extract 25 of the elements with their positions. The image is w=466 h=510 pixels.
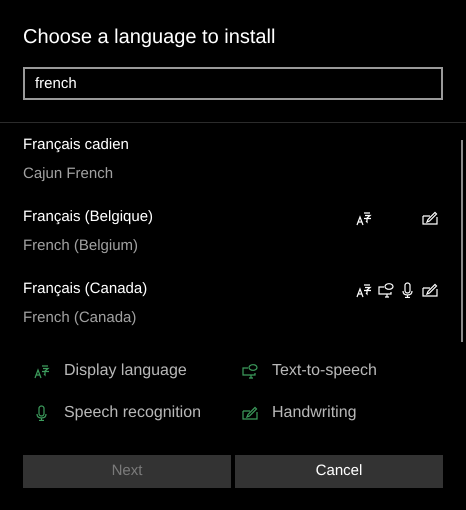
pen-pad-icon	[242, 405, 258, 421]
text-icon	[356, 282, 372, 298]
language-name: Français (Belgique)	[23, 207, 154, 227]
text-icon	[34, 363, 50, 379]
dialog-title: Choose a language to install	[22, 25, 276, 50]
legend-label: Speech recognition	[64, 403, 201, 423]
legend-label: Display language	[64, 361, 187, 381]
language-item[interactable]: Français cadien Cajun French	[0, 135, 466, 207]
language-item[interactable]: Français (Belgique) French (Belgium)	[0, 207, 466, 279]
legend-label: Text-to-speech	[272, 361, 377, 381]
monitor-speech-icon	[242, 363, 258, 379]
language-name: Français (Canada)	[23, 279, 148, 299]
language-english-name: Cajun French	[23, 164, 114, 184]
language-item[interactable]: Français (Canada) French (Canada)	[0, 279, 466, 351]
language-name: Français cadien	[23, 135, 130, 155]
scrollbar[interactable]	[461, 140, 463, 342]
cancel-button[interactable]: Cancel	[235, 455, 443, 488]
pen-pad-icon	[422, 282, 438, 298]
legend-label: Handwriting	[272, 403, 356, 423]
search-field[interactable]: french	[23, 67, 443, 100]
monitor-speech-icon	[378, 282, 394, 298]
text-icon	[356, 210, 372, 226]
pen-pad-icon	[422, 210, 438, 226]
language-english-name: French (Canada)	[23, 308, 138, 328]
language-english-name: French (Belgium)	[23, 236, 140, 256]
